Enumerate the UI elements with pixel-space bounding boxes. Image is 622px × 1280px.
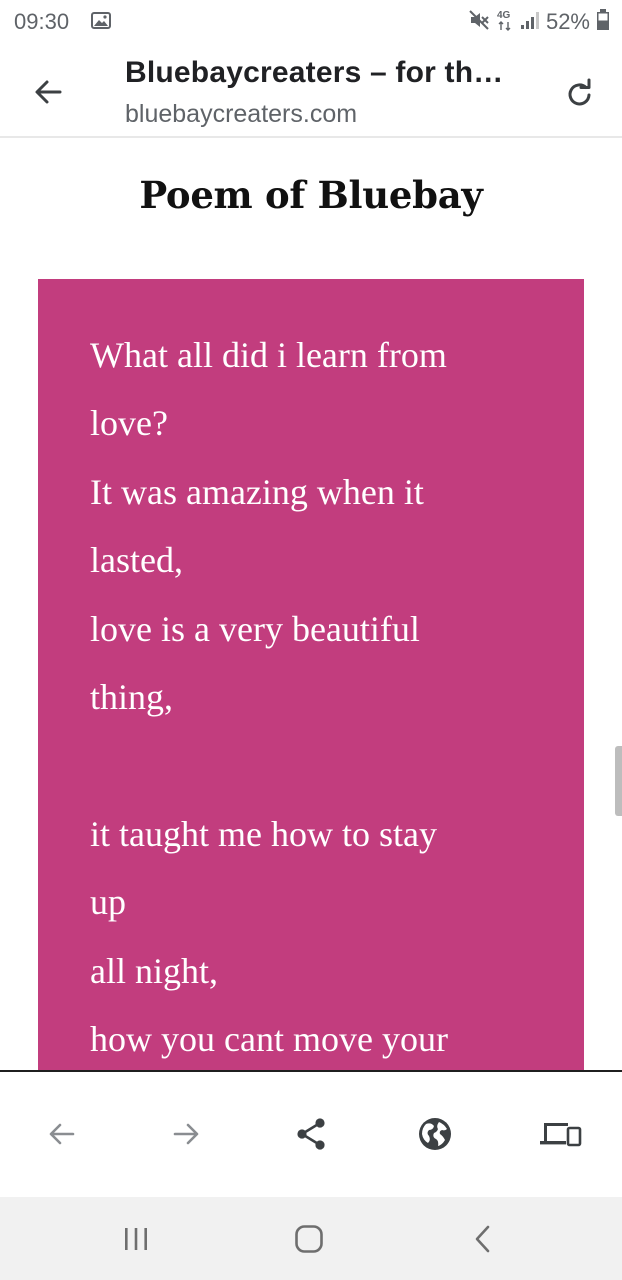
status-time: 09:30 <box>14 9 70 34</box>
status-bar: 09:30 4G 52% <box>0 0 622 44</box>
recent-apps-icon <box>125 1228 147 1250</box>
status-indicators: 4G 52% <box>468 8 610 36</box>
toolbar-devices-button[interactable] <box>536 1110 584 1158</box>
system-nav-bar <box>0 1197 622 1280</box>
nav-recent-apps-button[interactable] <box>112 1215 160 1263</box>
gallery-icon <box>91 12 111 29</box>
poem-line: all night, <box>90 950 218 991</box>
toolbar-back-button[interactable] <box>38 1110 86 1158</box>
home-icon <box>295 1225 323 1253</box>
signal-icon <box>520 10 540 35</box>
poem-block: What all did i learn from love? It was a… <box>38 279 584 1071</box>
page-content[interactable]: Poem of Bluebay What all did i learn fro… <box>0 140 622 1071</box>
poem-line: It was amazing when it <box>90 471 424 512</box>
battery-percent: 52% <box>545 9 590 34</box>
back-arrow-icon <box>35 80 62 104</box>
share-icon <box>297 1118 325 1150</box>
scrollbar-thumb[interactable] <box>615 746 622 816</box>
forward-icon <box>173 1123 199 1145</box>
browser-header: Bluebaycreaters – for th… bluebaycreater… <box>0 44 622 138</box>
reload-button[interactable] <box>556 70 604 118</box>
poem-line: love? <box>90 403 168 444</box>
network-4g-icon: 4G <box>496 8 514 37</box>
network-label: 4G <box>497 10 511 21</box>
poem-line: What all did i learn from <box>90 335 447 375</box>
post-heading: Poem of Bluebay <box>139 173 483 217</box>
toolbar-forward-button[interactable] <box>162 1110 210 1158</box>
nav-home-button[interactable] <box>285 1215 333 1263</box>
nav-back-button[interactable] <box>460 1215 508 1263</box>
poem-line: lasted, <box>90 540 183 581</box>
back-icon <box>475 1225 490 1253</box>
poem-line: love is a very beautiful <box>90 608 420 649</box>
page-title: Bluebaycreaters – for th… <box>125 56 504 89</box>
toolbar-share-button[interactable] <box>287 1110 335 1158</box>
toolbar-globe-button[interactable] <box>411 1110 459 1158</box>
page-url[interactable]: bluebaycreaters.com <box>125 100 357 129</box>
poem-lines: What all did i learn from love? It was a… <box>90 321 550 1071</box>
reload-icon <box>568 78 591 106</box>
mute-icon <box>468 9 490 36</box>
poem-stanza-break <box>90 731 550 799</box>
bottom-toolbar <box>0 1072 622 1197</box>
poem-line: how you cant move your <box>90 1019 448 1060</box>
poem-line: it taught me how to stay <box>90 813 437 854</box>
back-button[interactable] <box>26 70 70 114</box>
devices-icon <box>540 1123 582 1147</box>
poem-line: thing, <box>90 677 174 718</box>
poem-line: up <box>90 882 126 923</box>
globe-icon <box>419 1118 451 1150</box>
battery-icon <box>596 8 610 36</box>
back-icon <box>49 1123 75 1145</box>
